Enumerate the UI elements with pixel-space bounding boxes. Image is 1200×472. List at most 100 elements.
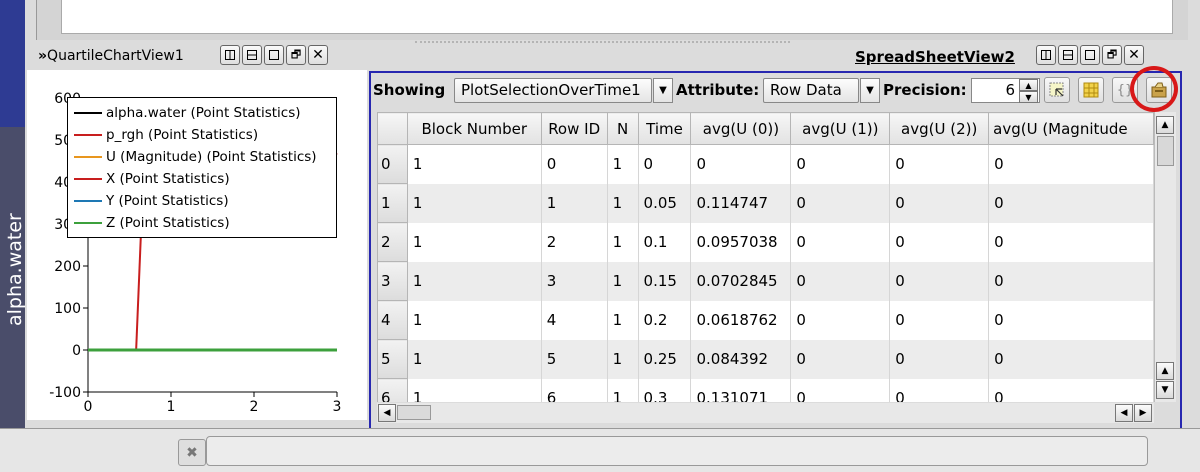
table-cell[interactable]: 1 xyxy=(407,144,542,184)
table-cell[interactable]: 0 xyxy=(790,300,891,340)
column-header[interactable]: avg(U (2)) xyxy=(889,112,990,145)
restore-icon[interactable]: 🗗 xyxy=(1102,45,1122,65)
table-cell[interactable]: 6 xyxy=(541,378,608,402)
table-cell[interactable]: 0.05 xyxy=(638,183,692,223)
spin-up-icon[interactable]: ▲ xyxy=(1019,79,1038,91)
scroll-thumb[interactable] xyxy=(1157,136,1174,166)
table-cell[interactable]: 1 xyxy=(407,378,542,402)
table-row[interactable]: 010100000 xyxy=(377,144,1154,184)
chevron-down-icon[interactable]: ▼ xyxy=(653,78,673,103)
splitter-handle[interactable] xyxy=(415,41,790,43)
scroll-right-icon[interactable]: ▶ xyxy=(1134,404,1152,422)
table-cell[interactable]: 1 xyxy=(407,222,542,262)
vertical-scrollbar[interactable]: ▲ ▲ ▼ xyxy=(1154,112,1176,402)
table-row[interactable]: 1 1 1 1 0.05 0.114747 0 0 0 xyxy=(377,183,1154,223)
table-cell[interactable]: 0 xyxy=(988,378,1154,402)
scroll-left-icon[interactable]: ◀ xyxy=(378,404,396,422)
showing-select[interactable]: PlotSelectionOverTime1 xyxy=(454,78,652,103)
table-cell[interactable]: 0.0957038 xyxy=(690,222,792,262)
table-cell[interactable]: 0.1 xyxy=(638,222,692,262)
table-cell[interactable]: 0 xyxy=(889,378,990,402)
table-cell[interactable]: 0 xyxy=(790,339,891,379)
column-header[interactable]: avg(U (0)) xyxy=(690,112,792,145)
table-row[interactable]: 2 1 2 1 0.1 0.0957038 0 0 0 xyxy=(377,222,1154,262)
split-horizontal-icon[interactable] xyxy=(1036,45,1056,65)
table-cell[interactable]: 1 xyxy=(607,378,639,402)
row-header[interactable]: 1 xyxy=(377,183,408,223)
table-cell[interactable]: 0 xyxy=(988,183,1154,223)
table-cell[interactable]: 0.0702845 xyxy=(690,261,792,301)
scroll-left-icon[interactable]: ◀ xyxy=(1115,404,1133,422)
table-row[interactable]: 4 1 4 1 0.2 0.0618762 0 0 0 xyxy=(377,300,1154,340)
table-cell[interactable]: 0.0618762 xyxy=(690,300,792,340)
spreadsheet-grid[interactable]: Block Number Row ID N Time avg(U (0)) av… xyxy=(377,112,1154,402)
maximize-icon[interactable] xyxy=(1080,45,1100,65)
table-cell[interactable]: 4 xyxy=(541,300,608,340)
chart-legend[interactable]: alpha.water (Point Statistics) p_rgh (Po… xyxy=(67,97,337,238)
chevron-down-icon[interactable]: ▼ xyxy=(860,78,880,103)
table-cell[interactable]: 1 xyxy=(541,183,608,223)
table-cell[interactable]: 1 xyxy=(607,222,639,262)
split-vertical-icon[interactable] xyxy=(1058,45,1078,65)
table-cell[interactable]: 0.084392 xyxy=(690,339,792,379)
table-cell[interactable]: 0 xyxy=(790,144,891,184)
table-cell[interactable]: 0 xyxy=(790,261,891,301)
table-cell[interactable]: 0 xyxy=(988,339,1154,379)
horizontal-scrollbar[interactable]: ◀ ◀ ▶ xyxy=(377,403,1154,423)
table-cell[interactable]: 3 xyxy=(541,261,608,301)
table-row[interactable]: 5 1 5 1 0.25 0.084392 0 0 0 xyxy=(377,339,1154,379)
table-cell[interactable]: 0 xyxy=(889,144,990,184)
split-vertical-icon[interactable] xyxy=(242,45,262,65)
table-cell[interactable]: 1 xyxy=(607,339,639,379)
status-input[interactable] xyxy=(206,436,1148,466)
table-cell[interactable]: 0 xyxy=(988,144,1154,184)
row-header[interactable]: 2 xyxy=(377,222,408,262)
table-cell[interactable]: 0.114747 xyxy=(690,183,792,223)
row-header[interactable]: 4 xyxy=(377,300,408,340)
table-cell[interactable]: 1 xyxy=(607,261,639,301)
table-cell[interactable]: 0 xyxy=(790,183,891,223)
table-cell[interactable]: 0.3 xyxy=(638,378,692,402)
table-cell[interactable]: 0 xyxy=(988,261,1154,301)
table-row[interactable]: 6 1 6 1 0.3 0.131071 0 0 0 xyxy=(377,378,1154,402)
column-header[interactable]: avg(U (Magnitude xyxy=(988,112,1154,145)
scroll-up-icon[interactable]: ▲ xyxy=(1156,362,1174,380)
table-cell[interactable]: 2 xyxy=(541,222,608,262)
table-cell[interactable]: 0 xyxy=(889,300,990,340)
table-cell[interactable]: 0 xyxy=(889,183,990,223)
table-cell[interactable]: 0 xyxy=(889,339,990,379)
table-cell[interactable]: 1 xyxy=(407,300,542,340)
table-cell[interactable]: 0 xyxy=(638,144,692,184)
table-cell[interactable]: 0 xyxy=(790,222,891,262)
row-header[interactable]: 3 xyxy=(377,261,408,301)
select-cells-icon[interactable] xyxy=(1044,77,1070,103)
table-cell[interactable]: 1 xyxy=(407,183,542,223)
close-icon[interactable]: ✕ xyxy=(1124,45,1144,65)
row-header[interactable]: 6 xyxy=(377,378,408,402)
column-header[interactable]: Row ID xyxy=(540,112,608,145)
attribute-select[interactable]: Row Data xyxy=(763,78,859,103)
scroll-thumb[interactable] xyxy=(397,405,431,420)
table-cell[interactable]: 1 xyxy=(607,183,639,223)
table-cell[interactable]: 0 xyxy=(541,144,608,184)
table-cell[interactable]: 0.15 xyxy=(638,261,692,301)
table-cell[interactable]: 1 xyxy=(407,339,542,379)
table-cell[interactable]: 0 xyxy=(889,222,990,262)
table-cell[interactable]: 0 xyxy=(988,222,1154,262)
column-header[interactable]: avg(U (1)) xyxy=(790,112,891,145)
row-header[interactable]: 5 xyxy=(377,339,408,379)
table-cell[interactable]: 0 xyxy=(988,300,1154,340)
corner-cell[interactable] xyxy=(377,112,408,145)
scroll-down-icon[interactable]: ▼ xyxy=(1156,381,1174,399)
spin-down-icon[interactable]: ▼ xyxy=(1019,91,1038,103)
toggle-columns-icon[interactable] xyxy=(1078,77,1104,103)
split-horizontal-icon[interactable] xyxy=(220,45,240,65)
table-cell[interactable]: 0.2 xyxy=(638,300,692,340)
scroll-up-icon[interactable]: ▲ xyxy=(1156,116,1174,134)
table-row[interactable]: 3 1 3 1 0.15 0.0702845 0 0 0 xyxy=(377,261,1154,301)
table-cell[interactable]: 0 xyxy=(889,261,990,301)
table-cell[interactable]: 0 xyxy=(790,378,891,402)
table-cell[interactable]: 0.25 xyxy=(638,339,692,379)
clear-icon[interactable]: ✖ xyxy=(178,439,206,466)
table-cell[interactable]: 5 xyxy=(541,339,608,379)
